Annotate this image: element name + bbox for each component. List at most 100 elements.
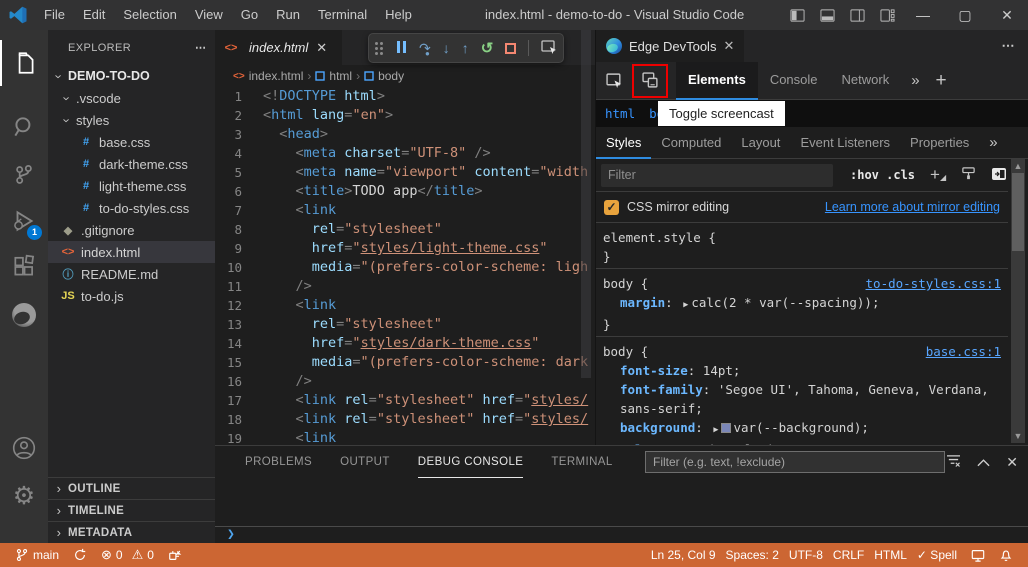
step-out-icon[interactable]: ↑: [462, 41, 469, 55]
extensions-icon[interactable]: [0, 244, 48, 290]
pause-icon[interactable]: [395, 41, 407, 56]
run-debug-icon[interactable]: 1: [0, 198, 48, 244]
code-editor[interactable]: 1<!DOCTYPE html>2<html lang="en">3 <head…: [215, 87, 595, 445]
status-spaces-2[interactable]: Spaces: 2: [721, 543, 784, 567]
inspect-icon[interactable]: [541, 39, 557, 58]
scroll-down-icon[interactable]: ▼: [1011, 431, 1025, 441]
breadcrumb-item-body[interactable]: body: [378, 69, 404, 83]
menu-view[interactable]: View: [186, 0, 232, 30]
devtools-tab-console[interactable]: Console: [758, 62, 830, 100]
file-item-index-html[interactable]: <>index.html: [48, 241, 215, 263]
section-metadata[interactable]: ›METADATA: [48, 521, 215, 543]
maximize-panel-icon[interactable]: [977, 454, 990, 470]
explorer-icon[interactable]: [0, 40, 48, 86]
tab-close-icon[interactable]: ✕: [316, 40, 327, 56]
paint-format-icon[interactable]: [961, 166, 976, 184]
toolbar-drag-handle[interactable]: [375, 42, 383, 55]
toggle-panel-icon[interactable]: [812, 0, 842, 30]
breadcrumb-item-html[interactable]: html: [329, 69, 352, 83]
styles-tab-event-listeners[interactable]: Event Listeners: [790, 127, 900, 159]
styles-tab-properties[interactable]: Properties: [900, 127, 979, 159]
dom-crumb-html[interactable]: html: [605, 106, 635, 121]
section-timeline[interactable]: ›TIMELINE: [48, 499, 215, 521]
step-over-icon[interactable]: ↷●: [419, 41, 431, 55]
file-item-dark-theme-css[interactable]: #dark-theme.css: [48, 153, 215, 175]
port-forward-icon[interactable]: [163, 543, 187, 567]
menu-terminal[interactable]: Terminal: [309, 0, 376, 30]
file-item--gitignore[interactable]: ◆.gitignore: [48, 219, 215, 241]
status-utf-8[interactable]: UTF-8: [784, 543, 828, 567]
file-item-light-theme-css[interactable]: #light-theme.css: [48, 175, 215, 197]
minimize-button[interactable]: —: [902, 0, 944, 30]
file-item-to-do-styles-css[interactable]: #to-do-styles.css: [48, 197, 215, 219]
toggle-secondary-sidebar-icon[interactable]: [842, 0, 872, 30]
customize-layout-icon[interactable]: [872, 0, 902, 30]
devtools-tab-network[interactable]: Network: [830, 62, 902, 100]
devtools-tab[interactable]: Edge DevTools ✕: [596, 30, 744, 62]
filter-icon[interactable]: [946, 454, 961, 470]
explorer-more-actions-icon[interactable]: ⋯: [195, 41, 207, 54]
css-property[interactable]: background: ▶var(--background);: [603, 418, 1001, 440]
debug-console-input[interactable]: ❯: [215, 526, 1028, 543]
source-control-icon[interactable]: [0, 152, 48, 198]
maximize-button[interactable]: ▢: [944, 0, 986, 30]
styles-tab-computed[interactable]: Computed: [651, 127, 731, 159]
devtools-more-actions-icon[interactable]: ⋯: [1002, 38, 1028, 54]
file-item-to-do-js[interactable]: JSto-do.js: [48, 285, 215, 307]
settings-gear-icon[interactable]: ⚙: [0, 473, 48, 519]
panel-tab-output[interactable]: OUTPUT: [340, 446, 390, 478]
new-tab-icon[interactable]: +: [930, 70, 953, 92]
file-item-base-css[interactable]: #base.css: [48, 131, 215, 153]
console-filter-input[interactable]: [645, 451, 945, 473]
restart-icon[interactable]: ↺: [481, 41, 494, 56]
color-swatch[interactable]: [721, 423, 731, 433]
screencast-status-icon[interactable]: [966, 543, 990, 567]
menu-selection[interactable]: Selection: [114, 0, 185, 30]
close-button[interactable]: ✕: [986, 0, 1028, 30]
sync-button[interactable]: [68, 543, 92, 567]
rule-source-link[interactable]: to-do-styles.css:1: [866, 274, 1001, 293]
devtools-tab-close-icon[interactable]: ✕: [723, 38, 734, 54]
css-property[interactable]: font-size: 14pt;: [603, 361, 1001, 380]
status--spell[interactable]: ✓ Spell: [912, 543, 962, 567]
status-html[interactable]: HTML: [869, 543, 912, 567]
computed-pane-toggle-icon[interactable]: [991, 167, 1007, 184]
accounts-icon[interactable]: [0, 425, 48, 471]
menu-run[interactable]: Run: [267, 0, 309, 30]
breadcrumb-item-index.html[interactable]: index.html: [249, 69, 304, 83]
panel-tab-terminal[interactable]: TERMINAL: [551, 446, 612, 478]
file-item-README-md[interactable]: ⓘREADME.md: [48, 263, 215, 285]
more-style-tabs-icon[interactable]: »: [979, 134, 1007, 151]
expand-arrow-icon[interactable]: ▶: [683, 300, 688, 310]
styles-tab-styles[interactable]: Styles: [596, 127, 651, 159]
devtools-tab-elements[interactable]: Elements: [676, 62, 758, 100]
toggle-sidebar-icon[interactable]: [782, 0, 812, 30]
more-tabs-icon[interactable]: »: [901, 72, 929, 89]
search-icon[interactable]: [0, 104, 48, 150]
breadcrumb[interactable]: <>index.html›html›body: [215, 65, 595, 87]
editor-scrollbar[interactable]: [581, 30, 591, 378]
step-into-icon[interactable]: ↓: [443, 41, 450, 55]
panel-tab-debug-console[interactable]: DEBUG CONSOLE: [418, 446, 524, 478]
expand-arrow-icon[interactable]: ▶: [713, 425, 718, 435]
css-property[interactable]: margin: ▶calc(2 * var(--spacing));: [603, 293, 1001, 315]
stop-icon[interactable]: [505, 43, 516, 54]
menu-file[interactable]: File: [35, 0, 74, 30]
tab-index-html[interactable]: <> index.html ✕: [215, 30, 342, 65]
explorer-root-folder[interactable]: ›DEMO-TO-DO: [48, 65, 215, 87]
menu-edit[interactable]: Edit: [74, 0, 114, 30]
styles-tab-layout[interactable]: Layout: [731, 127, 790, 159]
css-property[interactable]: font-family: 'Segoe UI', Tahoma, Geneva,…: [603, 380, 1001, 418]
devtools-scrollbar[interactable]: ▲ ▼: [1011, 159, 1025, 443]
css-rules-pane[interactable]: element.style {}body {to-do-styles.css:1…: [596, 223, 1008, 445]
debug-console-output[interactable]: [215, 478, 1028, 526]
problems-indicator[interactable]: ⊗0 ⚠0: [96, 543, 159, 567]
branch-indicator[interactable]: main: [10, 543, 64, 567]
panel-tab-problems[interactable]: PROBLEMS: [245, 446, 312, 478]
section-outline[interactable]: ›OUTLINE: [48, 477, 215, 499]
notifications-bell-icon[interactable]: [994, 543, 1018, 567]
file-item--vscode[interactable]: ›.vscode: [48, 87, 215, 109]
close-panel-icon[interactable]: ✕: [1006, 454, 1018, 471]
menu-help[interactable]: Help: [376, 0, 421, 30]
file-item-styles[interactable]: ›styles: [48, 109, 215, 131]
